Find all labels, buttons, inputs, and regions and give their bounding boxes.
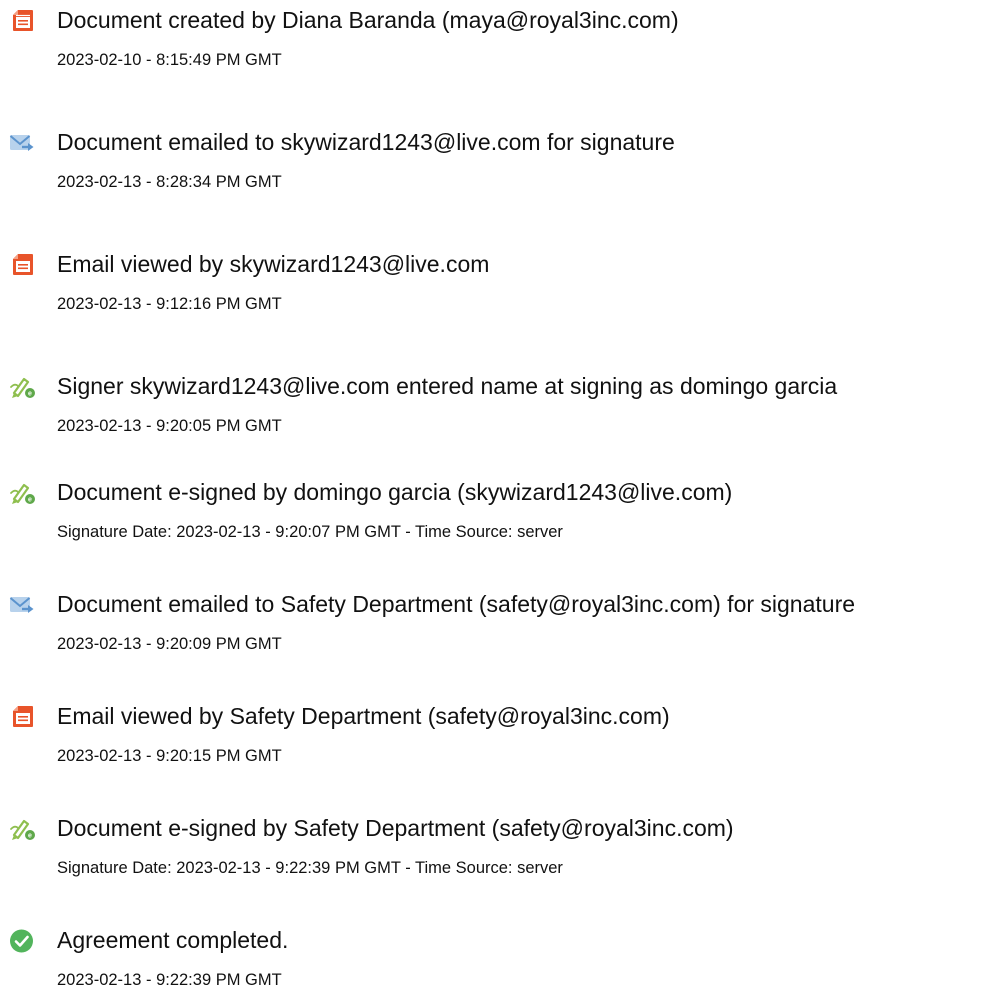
event-signature-date: Signature Date: 2023-02-13 - 9:20:07 PM …	[57, 523, 563, 541]
document-created-icon	[9, 7, 36, 34]
svg-text:e: e	[28, 497, 32, 504]
event-timestamp: 2023-02-13 - 9:22:39 PM GMT	[57, 971, 282, 989]
event-timestamp: 2023-02-10 - 8:15:49 PM GMT	[57, 51, 282, 69]
audit-event-email-viewed: Email viewed by skywizard1243@live.com 2…	[0, 244, 983, 324]
esign-pen-icon: e	[9, 479, 36, 506]
event-title: Signer skywizard1243@live.com entered na…	[57, 373, 838, 399]
event-title: Document e-signed by Safety Department (…	[57, 815, 734, 841]
email-sent-icon	[9, 129, 36, 156]
event-timestamp: 2023-02-13 - 9:20:09 PM GMT	[57, 635, 282, 653]
audit-event-name-entered: e Signer skywizard1243@live.com entered …	[0, 366, 983, 446]
event-timestamp: 2023-02-13 - 9:12:16 PM GMT	[57, 295, 282, 313]
event-timestamp: 2023-02-13 - 9:20:05 PM GMT	[57, 417, 282, 435]
event-title: Email viewed by Safety Department (safet…	[57, 703, 670, 729]
audit-event-email-viewed: Email viewed by Safety Department (safet…	[0, 696, 983, 776]
audit-event-document-emailed: Document emailed to skywizard1243@live.c…	[0, 122, 983, 202]
event-signature-date: Signature Date: 2023-02-13 - 9:22:39 PM …	[57, 859, 563, 877]
audit-event-document-emailed: Document emailed to Safety Department (s…	[0, 584, 983, 664]
svg-text:e: e	[28, 833, 32, 840]
audit-event-e-signed: e Document e-signed by domingo garcia (s…	[0, 472, 983, 552]
svg-text:e: e	[28, 391, 32, 398]
audit-event-document-created: Document created by Diana Baranda (maya@…	[0, 0, 983, 80]
audit-event-e-signed: e Document e-signed by Safety Department…	[0, 808, 983, 888]
event-title: Agreement completed.	[57, 927, 289, 953]
document-viewed-icon	[9, 703, 36, 730]
event-timestamp: 2023-02-13 - 8:28:34 PM GMT	[57, 173, 282, 191]
esign-pen-icon: e	[9, 815, 36, 842]
esign-pen-icon: e	[9, 373, 36, 400]
audit-event-agreement-completed: Agreement completed. 2023-02-13 - 9:22:3…	[0, 920, 983, 994]
event-title: Document emailed to Safety Department (s…	[57, 591, 856, 617]
event-title: Document created by Diana Baranda (maya@…	[57, 7, 679, 33]
event-title: Document e-signed by domingo garcia (sky…	[57, 479, 733, 505]
agreement-completed-check-icon	[9, 927, 36, 954]
document-viewed-icon	[9, 251, 36, 278]
event-title: Document emailed to skywizard1243@live.c…	[57, 129, 675, 155]
event-timestamp: 2023-02-13 - 9:20:15 PM GMT	[57, 747, 282, 765]
email-sent-icon	[9, 591, 36, 618]
event-title: Email viewed by skywizard1243@live.com	[57, 251, 490, 277]
